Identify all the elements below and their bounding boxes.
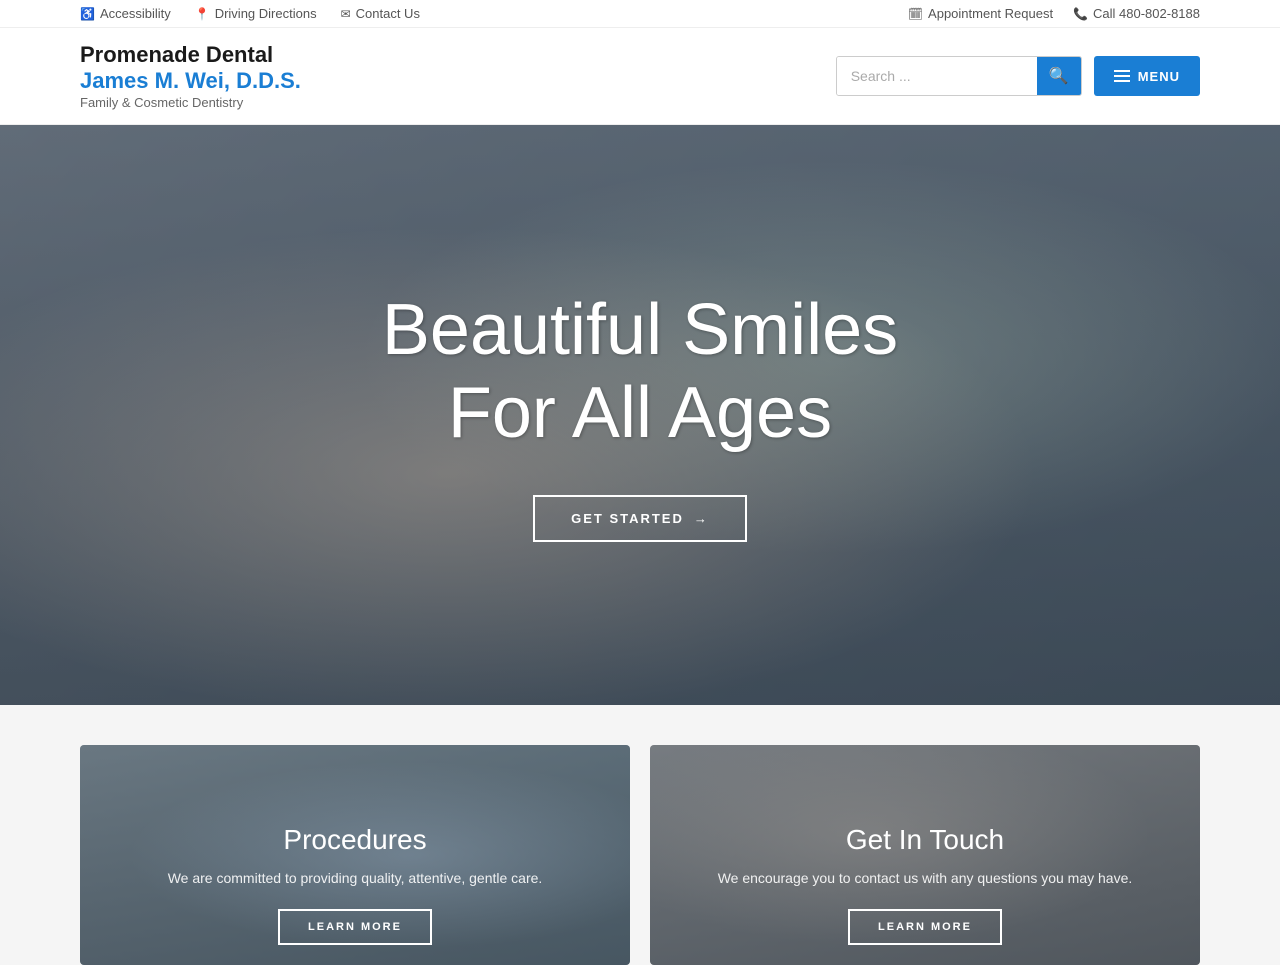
accessibility-link[interactable]: Accessibility [80, 6, 171, 21]
envelope-icon: ✉ [341, 7, 351, 21]
phone-link[interactable]: 📞 Call 480-802-8188 [1073, 6, 1200, 21]
tagline: Family & Cosmetic Dentistry [80, 95, 301, 111]
hamburger-icon [1114, 70, 1130, 82]
get-started-label: GET STARTED [571, 511, 684, 526]
contact-learn-more-button[interactable]: LEARN MORE [848, 909, 1002, 945]
procedures-learn-more-label: LEARN MORE [308, 921, 402, 933]
appointment-label: Appointment Request [928, 6, 1053, 21]
appointment-request-link[interactable]: 🗓 Appointment Request [908, 6, 1053, 21]
phone-label: Call 480-802-8188 [1093, 6, 1200, 21]
utility-left-links: Accessibility 📍 Driving Directions ✉ Con… [80, 6, 420, 21]
contact-card: Get In Touch We encourage you to contact… [650, 745, 1200, 965]
hero-title: Beautiful Smiles For All Ages [382, 289, 898, 455]
contact-learn-more-label: LEARN MORE [878, 921, 972, 933]
search-input[interactable] [837, 57, 1037, 95]
search-button[interactable]: 🔍 [1037, 56, 1081, 96]
site-logo: Promenade Dental James M. Wei, D.D.S. Fa… [80, 42, 301, 110]
contact-us-label: Contact Us [356, 6, 420, 21]
procedures-card-title: Procedures [168, 824, 543, 856]
contact-card-description: We encourage you to contact us with any … [718, 868, 1133, 889]
procedures-card-description: We are committed to providing quality, a… [168, 868, 543, 889]
site-header: Promenade Dental James M. Wei, D.D.S. Fa… [0, 28, 1280, 125]
utility-right-links: 🗓 Appointment Request 📞 Call 480-802-818… [908, 6, 1200, 21]
contact-us-link[interactable]: ✉ Contact Us [341, 6, 420, 21]
search-wrapper: 🔍 [836, 56, 1082, 96]
utility-bar: Accessibility 📍 Driving Directions ✉ Con… [0, 0, 1280, 28]
calendar-icon: 🗓 [908, 7, 923, 21]
hero-title-line2: For All Ages [448, 373, 832, 453]
brand-name: Promenade Dental [80, 42, 301, 68]
doctor-name: James M. Wei, D.D.S. [80, 68, 301, 94]
driving-directions-link[interactable]: 📍 Driving Directions [195, 6, 317, 21]
header-right: 🔍 MENU [836, 56, 1200, 96]
procedures-card: Procedures We are committed to providing… [80, 745, 630, 965]
arrow-icon: → [694, 511, 709, 526]
wheelchair-icon [80, 7, 95, 21]
procedures-card-content: Procedures We are committed to providing… [168, 824, 543, 945]
get-started-button[interactable]: GET STARTED → [533, 495, 747, 542]
contact-card-content: Get In Touch We encourage you to contact… [718, 824, 1133, 945]
map-pin-icon: 📍 [195, 7, 210, 21]
driving-directions-label: Driving Directions [215, 6, 317, 21]
menu-label: MENU [1138, 69, 1180, 84]
procedures-learn-more-button[interactable]: LEARN MORE [278, 909, 432, 945]
hero-title-line1: Beautiful Smiles [382, 290, 898, 370]
contact-card-title: Get In Touch [718, 824, 1133, 856]
menu-button[interactable]: MENU [1094, 56, 1200, 96]
cards-section: Procedures We are committed to providing… [0, 705, 1280, 965]
search-icon: 🔍 [1049, 66, 1069, 86]
hero-section: Beautiful Smiles For All Ages GET STARTE… [0, 125, 1280, 705]
phone-icon: 📞 [1073, 7, 1088, 21]
hero-content: Beautiful Smiles For All Ages GET STARTE… [382, 289, 898, 542]
accessibility-label: Accessibility [100, 6, 171, 21]
